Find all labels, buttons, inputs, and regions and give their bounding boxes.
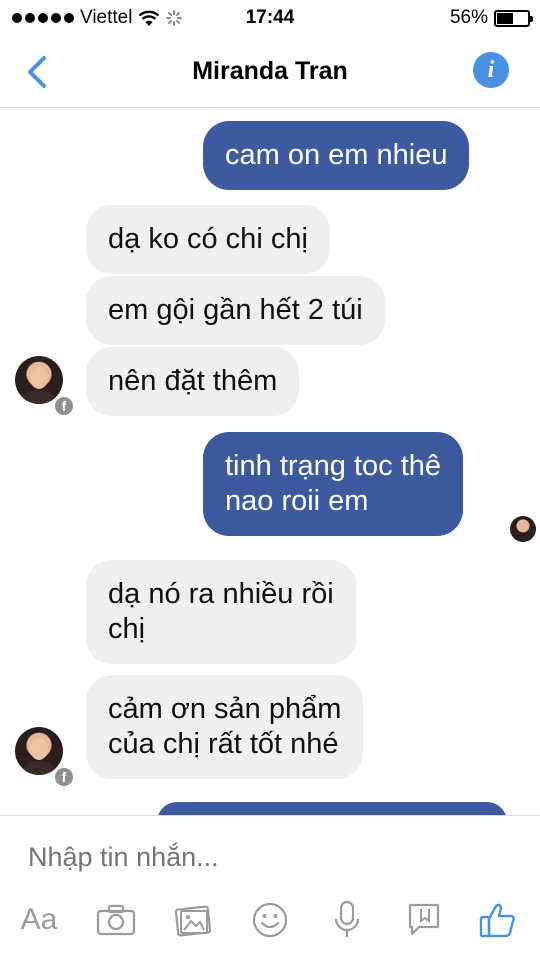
message-text-line: dạ nó ra nhiều rồi xyxy=(108,578,334,610)
message-text-line: của chị rất tốt nhé xyxy=(108,728,339,760)
message-bubble-outgoing[interactable]: tinh trạng toc thê nao roii em xyxy=(203,432,464,536)
message-input[interactable] xyxy=(28,842,508,873)
contact-name[interactable]: Miranda Tran xyxy=(0,57,540,86)
text-format-button[interactable]: Aa xyxy=(17,898,61,942)
camera-icon xyxy=(96,904,136,936)
message-text-line: nao roii em xyxy=(225,485,369,517)
sticker-button[interactable] xyxy=(402,898,446,942)
facebook-badge-icon: f xyxy=(53,395,75,417)
battery-percent: 56% xyxy=(449,7,488,28)
photo-gallery-button[interactable] xyxy=(171,898,215,942)
message-composer: Aa xyxy=(0,815,540,960)
message-text-line: cảm ơn sản phẩm xyxy=(108,693,342,725)
voice-message-button[interactable] xyxy=(325,898,369,942)
microphone-icon xyxy=(334,900,360,937)
message-bubble-incoming[interactable]: nên đặt thêm xyxy=(86,347,300,416)
photo-gallery-icon xyxy=(174,905,212,937)
conversation-header: Miranda Tran i xyxy=(0,36,540,108)
message-bubble-incoming[interactable]: em gội gần hết 2 túi xyxy=(86,276,385,345)
message-text-line: chị xyxy=(108,613,146,645)
like-icon xyxy=(479,903,515,938)
battery-icon xyxy=(494,9,533,27)
battery-level xyxy=(497,12,513,24)
message-thread[interactable]: cam on em nhieu dạ ko có chi chị em gội … xyxy=(0,109,540,815)
facebook-badge-icon: f xyxy=(53,766,75,788)
message-text: em gội gần hết 2 túi xyxy=(108,294,363,326)
message-bubble-incoming[interactable]: cảm ơn sản phẩm của chị rất tốt nhé xyxy=(86,675,364,779)
message-text: cam on em nhieu xyxy=(225,139,448,171)
status-right: 56% xyxy=(449,7,533,29)
status-bar: Viettel 17:44 56% xyxy=(0,0,540,36)
emoji-icon xyxy=(252,902,288,938)
composer-toolbar: Aa xyxy=(0,898,540,948)
message-bubble-incoming[interactable]: dạ nó ra nhiều rồi chị xyxy=(86,560,356,664)
message-text: nên đặt thêm xyxy=(108,365,278,397)
message-bubble-outgoing[interactable]: cam on em nhieu xyxy=(203,121,470,190)
sticker-icon xyxy=(408,903,440,936)
text-format-icon: Aa xyxy=(20,903,58,936)
message-bubble-incoming[interactable]: dạ ko có chi chị xyxy=(86,205,330,274)
message-text: dạ ko có chi chị xyxy=(108,223,308,255)
camera-button[interactable] xyxy=(94,898,138,942)
emoji-button[interactable] xyxy=(248,898,292,942)
info-button[interactable]: i xyxy=(473,52,509,88)
read-receipt-avatar xyxy=(510,516,536,542)
message-text-line: tinh trạng toc thê xyxy=(225,450,442,482)
like-button[interactable] xyxy=(476,898,520,942)
info-icon: i xyxy=(487,57,495,83)
message-bubble-outgoing-partial[interactable] xyxy=(157,802,507,815)
